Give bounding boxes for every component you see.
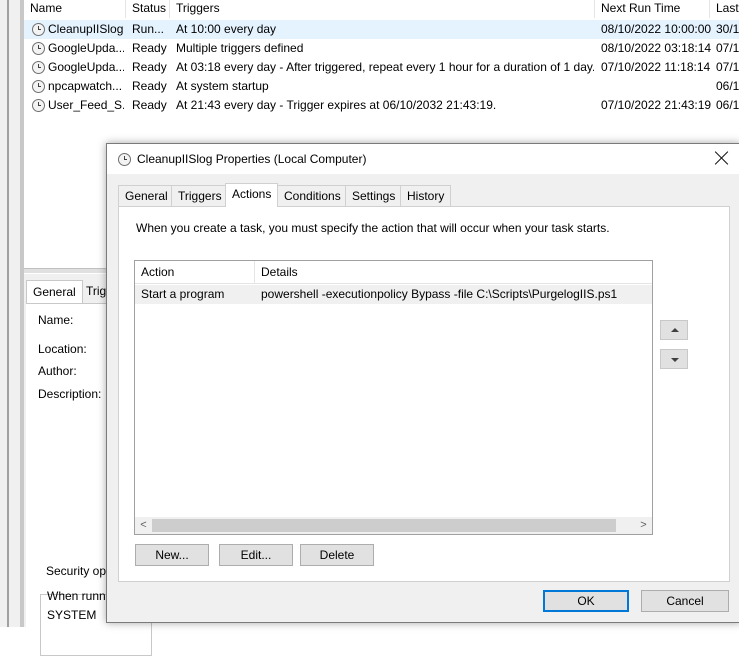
task-status: Ready	[132, 41, 167, 55]
border-line	[7, 0, 9, 627]
clock-icon	[32, 42, 45, 55]
task-status: Run...	[132, 22, 165, 36]
tab-actions[interactable]: Actions	[225, 183, 279, 207]
dialog-title-bar[interactable]: CleanupIISlog Properties (Local Computer…	[107, 144, 739, 174]
task-name: GoogleUpda...	[48, 60, 124, 74]
cancel-button[interactable]: Cancel	[641, 590, 729, 612]
properties-dialog: CleanupIISlog Properties (Local Computer…	[106, 143, 739, 623]
user-account-value: SYSTEM	[47, 608, 97, 622]
column-header-details[interactable]: Details	[255, 261, 405, 283]
move-up-button[interactable]	[660, 320, 688, 340]
scrollbar-thumb[interactable]	[152, 519, 616, 532]
tab-general[interactable]: General	[26, 280, 83, 303]
task-status: Ready	[132, 98, 167, 112]
task-triggers: At system startup	[176, 79, 269, 93]
actions-panel: When you create a task, you must specify…	[118, 206, 730, 582]
task-status: Ready	[132, 79, 167, 93]
scroll-left-button[interactable]: <	[135, 517, 152, 534]
task-row[interactable]: npcapwatch... Ready At system startup 06…	[24, 77, 739, 96]
arrow-up-icon	[671, 328, 679, 332]
task-row[interactable]: CleanupIISlog Run... At 10:00 every day …	[24, 20, 739, 39]
action-row[interactable]: Start a program powershell -executionpol…	[135, 285, 652, 304]
window-left-border	[0, 0, 24, 627]
tab-conditions[interactable]: Conditions	[277, 185, 348, 206]
security-options-label: Security opt	[44, 564, 112, 578]
when-running-label: When runn	[47, 589, 106, 603]
description-label: Description:	[38, 387, 102, 401]
action-details: powershell -executionpolicy Bypass -file…	[261, 287, 618, 301]
author-label: Author:	[38, 364, 77, 378]
actions-list-header: Action Details	[135, 261, 652, 284]
tab-triggers[interactable]: Triggers	[171, 185, 229, 206]
column-header-status[interactable]: Status	[126, 0, 170, 18]
location-label: Location:	[38, 342, 87, 356]
arrow-down-icon	[671, 358, 679, 362]
task-triggers: At 03:18 every day - After triggered, re…	[176, 60, 594, 74]
task-next-run: 08/10/2022 03:18:14	[601, 41, 711, 55]
column-header-next-run-time[interactable]: Next Run Time	[595, 0, 710, 18]
task-row[interactable]: User_Feed_S... Ready At 21:43 every day …	[24, 96, 739, 115]
task-next-run: 08/10/2022 10:00:00	[601, 22, 711, 36]
task-triggers: At 21:43 every day - Trigger expires at …	[176, 98, 497, 112]
task-last-run: 06/1	[716, 79, 739, 93]
tab-history[interactable]: History	[400, 185, 452, 206]
edit-action-button[interactable]: Edit...	[219, 544, 293, 566]
tab-general[interactable]: General	[118, 185, 175, 206]
task-name: GoogleUpda...	[48, 41, 124, 55]
task-name: npcapwatch...	[48, 79, 123, 93]
column-header-triggers[interactable]: Triggers	[170, 0, 595, 18]
name-label: Name:	[38, 313, 74, 327]
task-last-run: 07/1	[716, 60, 739, 74]
dialog-title: CleanupIISlog Properties (Local Computer…	[137, 152, 367, 166]
clock-icon	[32, 80, 45, 93]
task-next-run: 07/10/2022 21:43:19	[601, 98, 711, 112]
task-row[interactable]: GoogleUpda... Ready At 03:18 every day -…	[24, 58, 739, 77]
clock-icon	[32, 99, 45, 112]
actions-list[interactable]: Action Details Start a program powershel…	[134, 260, 653, 535]
actions-description: When you create a task, you must specify…	[136, 221, 610, 235]
clock-icon	[32, 61, 45, 74]
task-last-run: 06/1	[716, 98, 739, 112]
delete-action-button[interactable]: Delete	[300, 544, 374, 566]
task-last-run: 30/1	[716, 22, 739, 36]
task-name: CleanupIISlog	[48, 22, 124, 36]
action-type: Start a program	[141, 287, 225, 301]
new-action-button[interactable]: New...	[135, 544, 209, 566]
column-header-name[interactable]: Name	[24, 0, 126, 18]
task-last-run: 07/1	[716, 41, 739, 55]
column-header-last[interactable]: Last	[710, 0, 739, 18]
ok-button[interactable]: OK	[543, 590, 629, 612]
horizontal-scrollbar[interactable]: < >	[135, 517, 652, 534]
task-next-run: 07/10/2022 11:18:14	[601, 60, 711, 74]
clock-icon	[118, 153, 131, 166]
move-down-button[interactable]	[660, 349, 688, 369]
task-row[interactable]: GoogleUpda... Ready Multiple triggers de…	[24, 39, 739, 58]
column-header-action[interactable]: Action	[135, 261, 255, 283]
task-triggers: Multiple triggers defined	[176, 41, 304, 55]
task-name: User_Feed_S...	[48, 98, 124, 112]
task-triggers: At 10:00 every day	[176, 22, 277, 36]
scroll-right-button[interactable]: >	[635, 517, 652, 534]
task-status: Ready	[132, 60, 167, 74]
clock-icon	[32, 23, 45, 36]
tab-settings[interactable]: Settings	[345, 185, 403, 206]
close-icon[interactable]	[714, 150, 730, 166]
